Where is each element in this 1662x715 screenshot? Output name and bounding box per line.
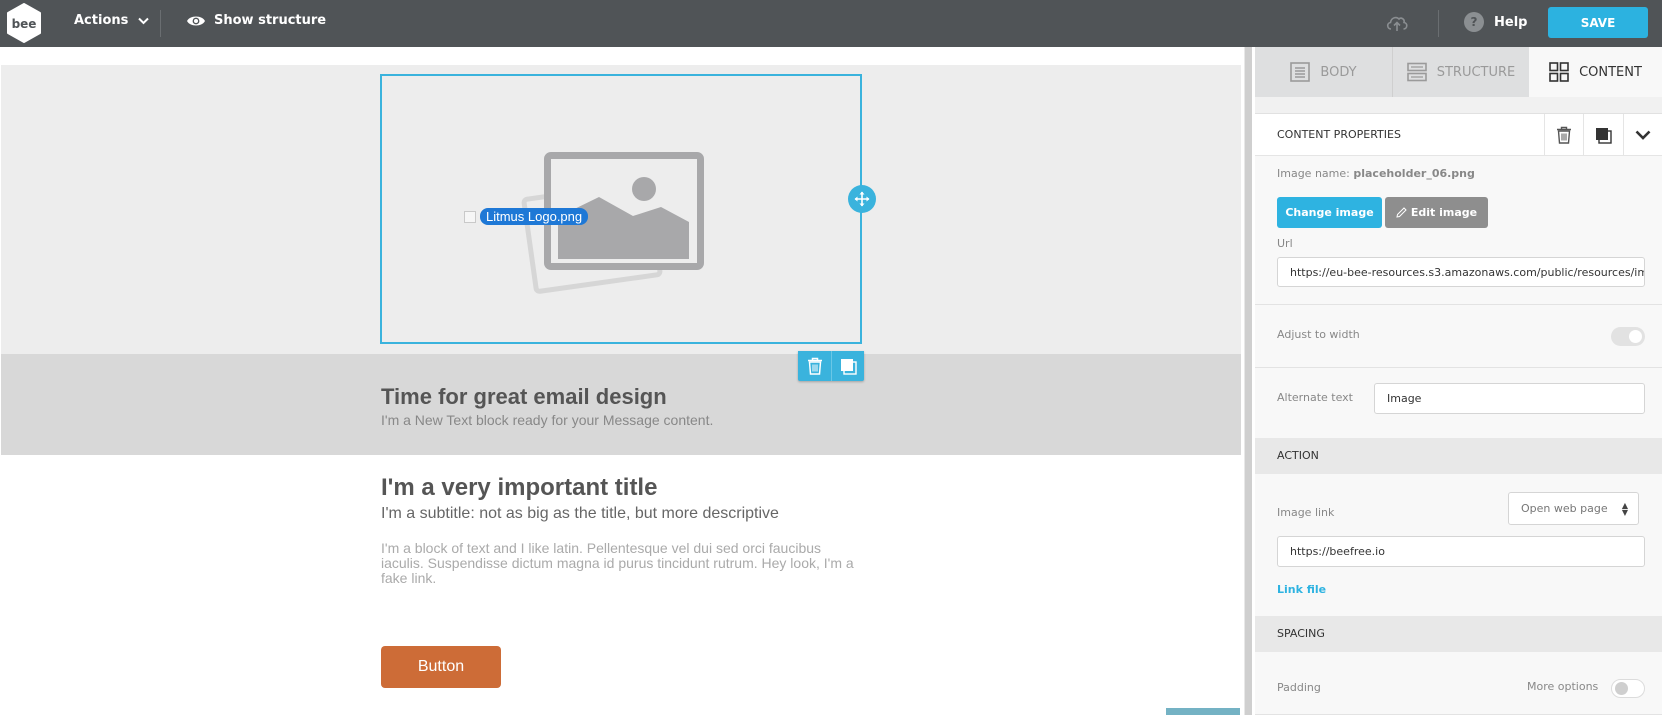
properties-panel: BODY STRUCTURE CONTENT CONTENT PROPERTIE…: [1255, 47, 1662, 715]
save-button[interactable]: SAVE: [1548, 7, 1648, 38]
tab-body[interactable]: BODY: [1255, 47, 1393, 97]
image-name-row: Image name: placeholder_06.png: [1277, 167, 1475, 180]
top-bar: bee Actions Show structure ? Help SAVE: [0, 0, 1662, 47]
alt-text-label: Alternate text: [1277, 391, 1353, 404]
help-button[interactable]: ? Help: [1464, 12, 1527, 32]
show-structure-label: Show structure: [214, 13, 327, 28]
divider: [1255, 304, 1662, 305]
action-section-header: ACTION: [1255, 438, 1662, 474]
duplicate-content-button[interactable]: [1583, 114, 1622, 156]
email-button-block[interactable]: Button: [381, 646, 501, 688]
divider: [1255, 367, 1662, 368]
spacing-section-header: SPACING: [1255, 616, 1662, 652]
tab-structure-label: STRUCTURE: [1436, 64, 1516, 80]
show-structure-toggle[interactable]: Show structure: [186, 13, 326, 28]
panel-splitter[interactable]: [1244, 47, 1252, 715]
content-properties-title: CONTENT PROPERTIES: [1277, 128, 1401, 141]
tab-content[interactable]: CONTENT: [1529, 47, 1662, 97]
select-arrows-icon: ▲ ▼: [1621, 501, 1628, 517]
dragged-file-label: Litmus Logo.png: [480, 208, 589, 225]
panel-tabs: BODY STRUCTURE CONTENT: [1255, 47, 1662, 97]
content-properties-header: CONTENT PROPERTIES: [1255, 114, 1662, 156]
image-link-type-value: Open web page: [1521, 502, 1608, 515]
action-section-title: ACTION: [1277, 449, 1319, 462]
row-text: I'm a New Text block ready for your Mess…: [381, 412, 714, 428]
more-options-toggle[interactable]: [1611, 679, 1645, 698]
image-link-label: Image link: [1277, 506, 1335, 519]
actions-menu[interactable]: Actions: [74, 13, 150, 28]
padding-label: Padding: [1277, 681, 1321, 694]
content-title: I'm a very important title: [381, 474, 658, 501]
bee-logo[interactable]: bee: [6, 3, 42, 43]
help-icon: ?: [1464, 12, 1484, 32]
body-icon: [1290, 62, 1311, 82]
trash-icon: [807, 357, 822, 375]
adjust-width-label: Adjust to width: [1277, 328, 1360, 341]
structure-icon: [1406, 62, 1427, 82]
toggle-knob: [1629, 330, 1642, 343]
image-name-label: Image name:: [1277, 167, 1350, 180]
cloud-upload-icon[interactable]: [1385, 12, 1409, 34]
trash-icon: [1557, 126, 1571, 144]
spacing-section-title: SPACING: [1277, 627, 1325, 640]
image-name-value: placeholder_06.png: [1353, 167, 1475, 180]
content-body-text: I'm a block of text and I like latin. Pe…: [381, 540, 854, 586]
alt-text-input[interactable]: Image: [1374, 383, 1645, 414]
tab-body-label: BODY: [1320, 64, 1357, 80]
chevron-down-icon: [138, 17, 150, 24]
edit-image-button[interactable]: Edit image: [1385, 197, 1488, 228]
image-link-type-select[interactable]: Open web page ▲ ▼: [1508, 492, 1639, 525]
collapse-button[interactable]: [1623, 114, 1662, 156]
block-toolbar: [798, 351, 864, 381]
partially-visible-block[interactable]: [1166, 708, 1240, 715]
actions-label: Actions: [74, 13, 129, 28]
duplicate-block-button[interactable]: [831, 351, 864, 381]
panel-spacer: [1255, 97, 1662, 114]
delete-content-button[interactable]: [1544, 114, 1583, 156]
text-row[interactable]: Time for great email design I'm a New Te…: [1, 354, 1241, 455]
url-label: Url: [1277, 237, 1293, 250]
move-handle[interactable]: [848, 185, 876, 213]
row-title: Time for great email design: [381, 384, 667, 409]
content-subtitle: I'm a subtitle: not as big as the title,…: [381, 505, 779, 522]
change-image-button[interactable]: Change image: [1277, 197, 1382, 228]
image-link-input[interactable]: https://beefree.io: [1277, 536, 1645, 567]
help-label: Help: [1494, 14, 1528, 30]
duplicate-icon: [840, 358, 857, 375]
adjust-width-toggle[interactable]: [1611, 327, 1645, 346]
delete-block-button[interactable]: [798, 351, 831, 381]
file-checkbox-icon: [464, 210, 476, 223]
chevron-down-icon: [1635, 130, 1651, 140]
tab-content-label: CONTENT: [1579, 64, 1642, 80]
logo-text: bee: [12, 17, 37, 31]
pencil-icon: [1396, 207, 1407, 218]
move-arrows-icon: [854, 191, 870, 207]
more-options-label: More options: [1527, 680, 1599, 693]
link-file-link[interactable]: Link file: [1277, 583, 1326, 596]
url-input[interactable]: https://eu-bee-resources.s3.amazonaws.co…: [1277, 257, 1645, 287]
toolbar-divider: [160, 10, 161, 37]
tab-structure[interactable]: STRUCTURE: [1393, 47, 1529, 97]
duplicate-icon: [1595, 127, 1612, 144]
dragged-file-chip[interactable]: Litmus Logo.png: [464, 208, 589, 225]
email-canvas: Litmus Logo.png Time for great email des…: [0, 47, 1242, 715]
toolbar-divider: [1438, 10, 1439, 37]
eye-icon: [187, 16, 205, 25]
toggle-knob: [1615, 682, 1628, 695]
edit-image-label: Edit image: [1410, 206, 1478, 219]
image-block-selected[interactable]: Litmus Logo.png: [380, 74, 862, 344]
content-grid-icon: [1549, 62, 1569, 82]
